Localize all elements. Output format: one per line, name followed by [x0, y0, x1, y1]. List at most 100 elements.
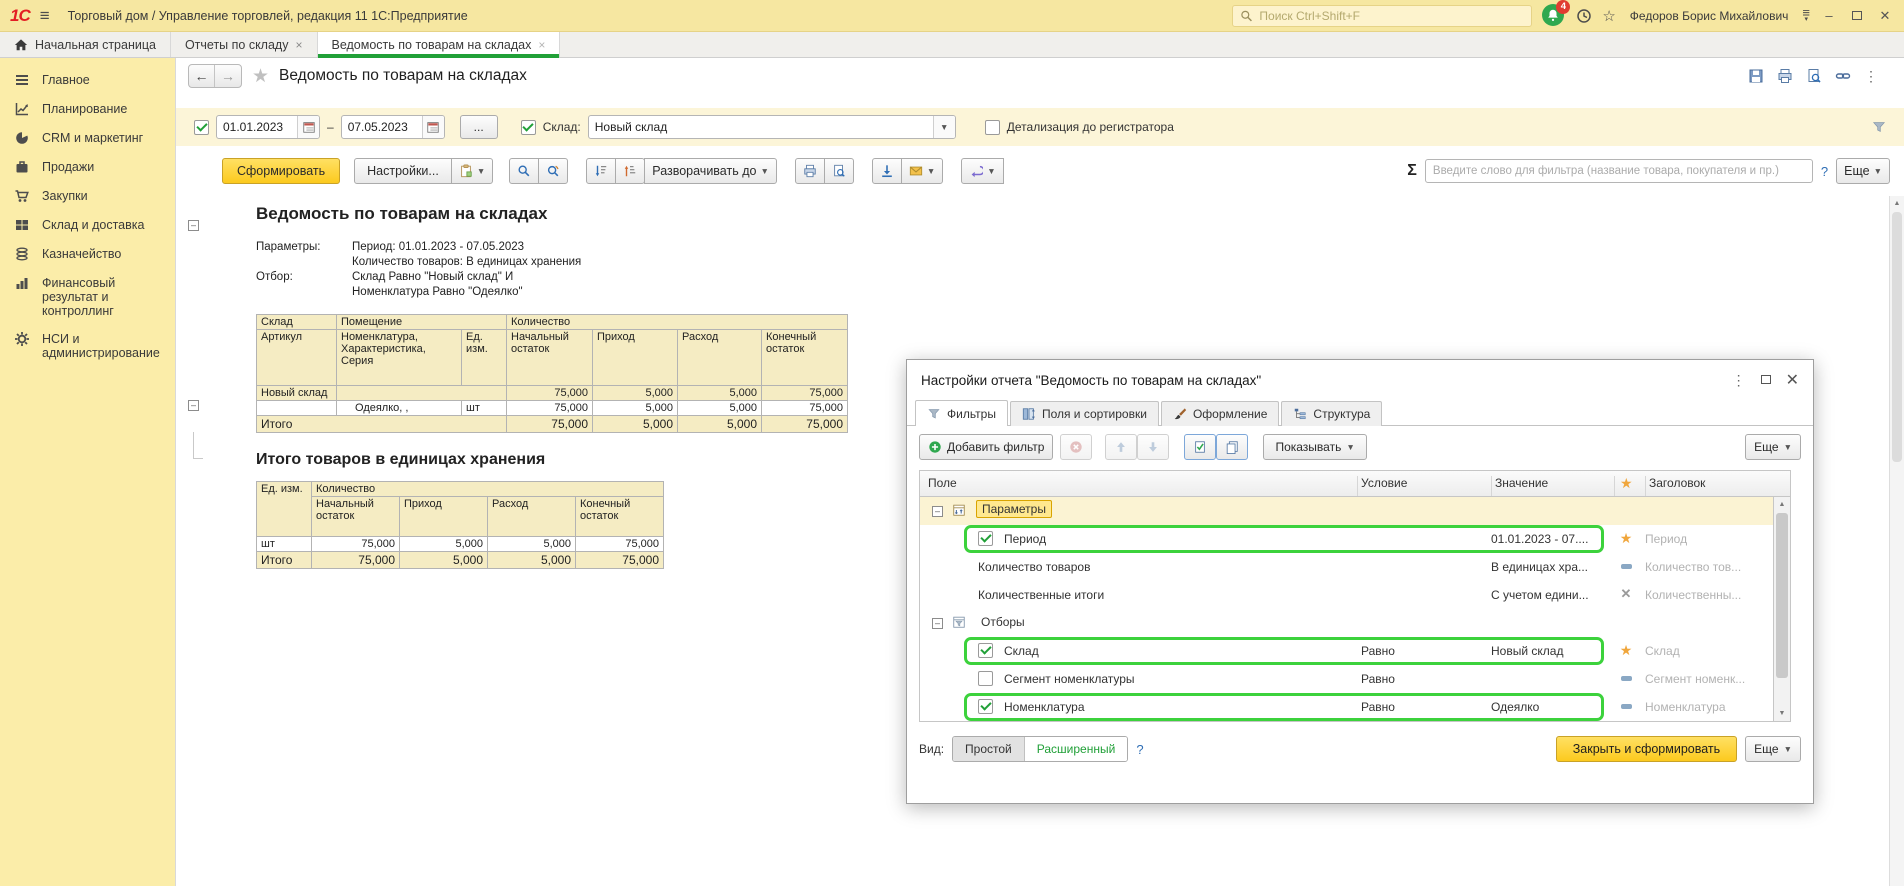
- collapse-group-icon[interactable]: –: [188, 220, 199, 231]
- global-search-input[interactable]: [1259, 9, 1524, 23]
- combo-dropdown-button[interactable]: ▼: [933, 116, 955, 138]
- marker-dash-icon[interactable]: [1614, 558, 1638, 572]
- sidebar-item-crm[interactable]: CRM и маркетинг: [0, 124, 175, 153]
- filter-row-warehouse[interactable]: Склад Равно Новый склад ★ Склад: [920, 637, 1773, 665]
- generate-button[interactable]: Сформировать: [222, 158, 340, 184]
- calendar-button[interactable]: [422, 116, 444, 138]
- warehouse-table[interactable]: Склад Помещение Количество Артикул Номен…: [256, 314, 848, 433]
- favorites-star-icon[interactable]: ☆: [1602, 7, 1615, 25]
- service-menu-icon[interactable]: ≡▾: [1802, 9, 1810, 23]
- sidebar-item-warehouse[interactable]: Склад и доставка: [0, 211, 175, 240]
- row-value[interactable]: 01.01.2023 - 07....: [1491, 532, 1609, 546]
- dialog-help-link[interactable]: ?: [1136, 742, 1143, 757]
- tab-warehouse-reports[interactable]: Отчеты по складу ×: [171, 32, 318, 57]
- table-row[interactable]: шт 75,000 5,000 5,000 75,000: [257, 537, 664, 552]
- tab-close-icon[interactable]: ×: [538, 38, 545, 52]
- history-icon[interactable]: [1576, 8, 1592, 24]
- footer-more-button[interactable]: Еще ▼: [1745, 736, 1801, 762]
- row-checkbox[interactable]: [978, 531, 993, 546]
- scroll-up-icon[interactable]: ▲: [1774, 497, 1790, 512]
- tab-fields-sorting[interactable]: Поля и сортировки: [1010, 401, 1159, 426]
- view-advanced-button[interactable]: Расширенный: [1025, 737, 1128, 761]
- preview-button[interactable]: [824, 158, 854, 184]
- row-value[interactable]: Одеялко: [1491, 700, 1609, 714]
- sidebar-item-sales[interactable]: Продажи: [0, 153, 175, 182]
- quick-filter-field[interactable]: [1425, 159, 1813, 183]
- period-variants-button[interactable]: ...: [460, 115, 498, 139]
- more-actions-kebab-icon[interactable]: ⋮: [1864, 68, 1878, 85]
- report-variants-button[interactable]: ▼: [451, 158, 493, 184]
- add-favorite-star-icon[interactable]: ★: [252, 65, 269, 88]
- show-button[interactable]: Показывать ▼: [1263, 434, 1366, 460]
- totals-table[interactable]: Ед. изм. Количество Начальный остаток Пр…: [256, 481, 664, 569]
- send-mail-button[interactable]: ▼: [901, 158, 943, 184]
- window-restore-button[interactable]: [1848, 8, 1866, 23]
- user-name[interactable]: Федоров Борис Михайлович: [1630, 9, 1789, 23]
- expand-to-button[interactable]: Разворачивать до ▼: [644, 158, 777, 184]
- filter-settings-funnel-icon[interactable]: [1872, 120, 1886, 134]
- tab-structure[interactable]: Структура: [1281, 401, 1382, 426]
- group-row-selections[interactable]: – Отборы: [920, 609, 1773, 637]
- marker-star-icon[interactable]: ★: [1614, 530, 1638, 547]
- save-file-button[interactable]: [872, 158, 902, 184]
- back-button[interactable]: ←: [189, 65, 215, 87]
- collapse-group-icon[interactable]: –: [932, 618, 943, 629]
- sidebar-item-main[interactable]: Главное: [0, 66, 175, 95]
- period-checkbox[interactable]: [194, 120, 209, 135]
- move-down-button[interactable]: [1137, 434, 1169, 460]
- save-icon[interactable]: [1748, 68, 1764, 84]
- send-register-button[interactable]: ▼: [961, 158, 1003, 184]
- detail-checkbox[interactable]: [985, 120, 1000, 135]
- forward-button[interactable]: →: [215, 65, 241, 87]
- row-value[interactable]: С учетом едини...: [1491, 588, 1609, 602]
- dialog-maximize-button[interactable]: [1761, 373, 1771, 387]
- close-and-generate-button[interactable]: Закрыть и сформировать: [1556, 736, 1737, 762]
- row-value[interactable]: Новый склад: [1491, 644, 1609, 658]
- row-condition[interactable]: Равно: [1361, 672, 1395, 686]
- warehouse-combo[interactable]: ▼: [588, 115, 956, 139]
- marker-star-icon[interactable]: ★: [1614, 642, 1638, 659]
- row-checkbox[interactable]: [978, 643, 993, 658]
- sidebar-item-planning[interactable]: Планирование: [0, 95, 175, 124]
- dialog-more-button[interactable]: Еще ▼: [1745, 434, 1801, 460]
- grid-scrollbar[interactable]: ▲ ▼: [1773, 497, 1790, 721]
- print-preview-icon[interactable]: [1806, 68, 1822, 84]
- dialog-kebab-icon[interactable]: ⋮: [1732, 372, 1746, 389]
- autosum-icon[interactable]: Σ: [1407, 162, 1417, 180]
- print-icon[interactable]: [1777, 68, 1793, 84]
- scrollbar-thumb[interactable]: [1892, 212, 1902, 462]
- row-checkbox[interactable]: [978, 699, 993, 714]
- table-total-row[interactable]: Итого 75,000 5,000 5,000 75,000: [257, 552, 664, 569]
- window-minimize-button[interactable]: –: [1820, 8, 1838, 23]
- date-from-input[interactable]: [217, 120, 297, 134]
- sidebar-item-purchases[interactable]: Закупки: [0, 182, 175, 211]
- filter-row-nomenclature[interactable]: Номенклатура Равно Одеялко Номенклатура: [920, 693, 1773, 721]
- view-simple-button[interactable]: Простой: [953, 737, 1025, 761]
- scroll-up-icon[interactable]: ▲: [1890, 196, 1904, 211]
- collapse-group-icon[interactable]: –: [932, 506, 943, 517]
- marker-dash-icon[interactable]: [1614, 698, 1638, 712]
- tab-filters[interactable]: Фильтры: [915, 400, 1008, 426]
- window-close-button[interactable]: ✕: [1876, 8, 1894, 24]
- marker-x-icon[interactable]: ✕: [1614, 586, 1638, 602]
- table-row[interactable]: Новый склад 75,000 5,000 5,000 75,000: [257, 386, 848, 401]
- calendar-button[interactable]: [297, 116, 319, 138]
- scrollbar-thumb[interactable]: [1776, 513, 1788, 678]
- group-row-parameters[interactable]: – Параметры: [920, 497, 1773, 525]
- row-checkbox[interactable]: [978, 671, 993, 686]
- tab-close-icon[interactable]: ×: [295, 38, 302, 52]
- collapse-group-icon[interactable]: –: [188, 400, 199, 411]
- add-filter-button[interactable]: Добавить фильтр: [919, 434, 1053, 460]
- table-total-row[interactable]: Итого 75,000 5,000 5,000 75,000: [257, 416, 848, 433]
- help-link[interactable]: ?: [1821, 164, 1828, 179]
- print-button[interactable]: [795, 158, 825, 184]
- report-scrollbar[interactable]: ▲: [1889, 196, 1904, 886]
- warehouse-input[interactable]: [589, 120, 933, 134]
- row-value[interactable]: В единицах хра...: [1491, 560, 1609, 574]
- sidebar-item-treasury[interactable]: Казначейство: [0, 240, 175, 269]
- global-search[interactable]: [1232, 5, 1532, 27]
- date-to-field[interactable]: [341, 115, 445, 139]
- table-row[interactable]: Одеялко, , шт 75,000 5,000 5,000 75,000: [257, 401, 848, 416]
- tab-home[interactable]: Начальная страница: [0, 32, 171, 57]
- collapse-groups-button[interactable]: [586, 158, 616, 184]
